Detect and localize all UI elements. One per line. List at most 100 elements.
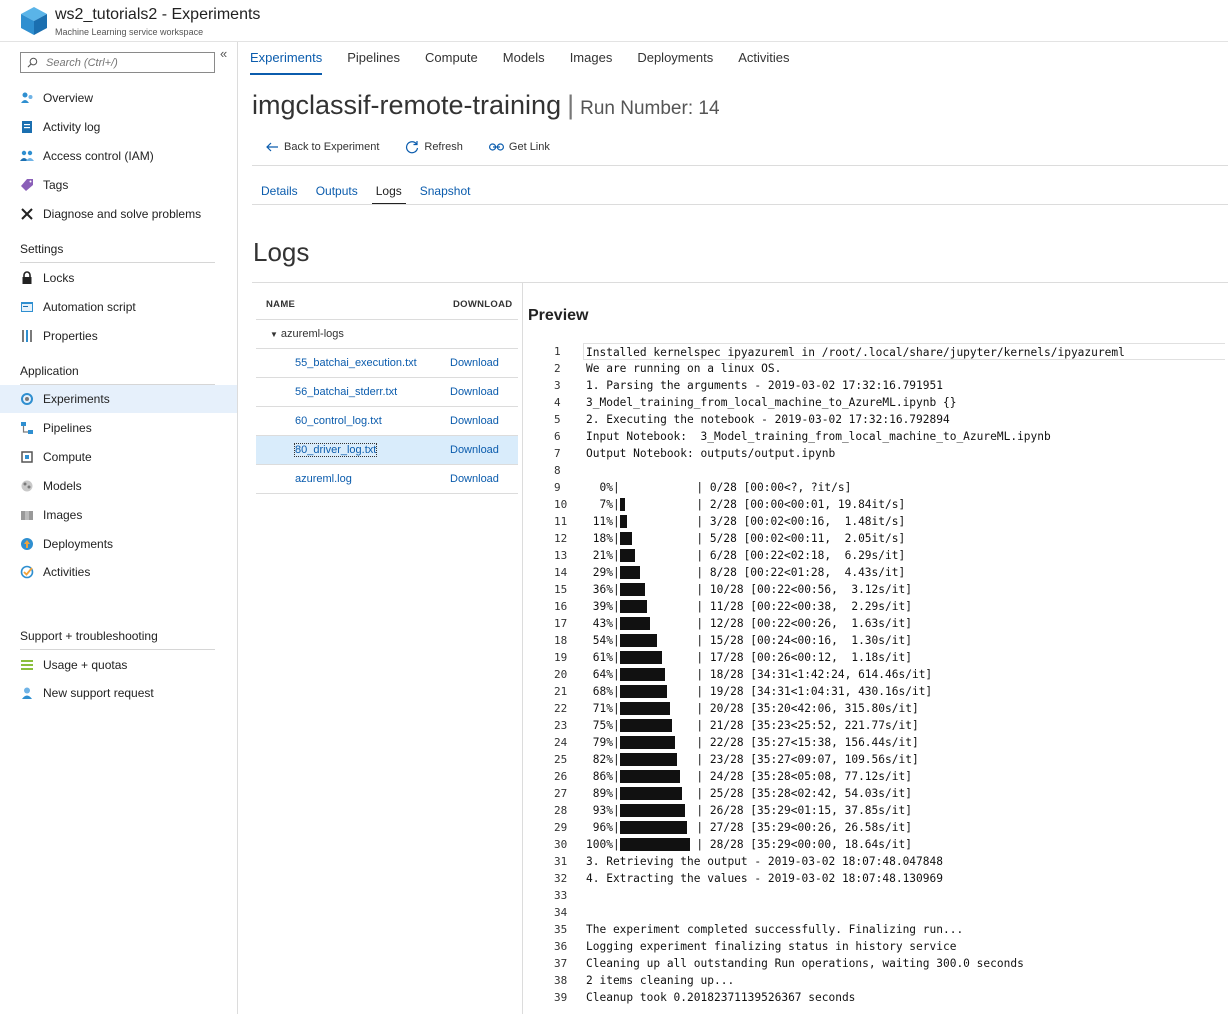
tab-models[interactable]: Models xyxy=(503,50,545,74)
progress-percent: 39%| xyxy=(586,600,620,613)
sidebar-item-pipelines[interactable]: Pipelines xyxy=(0,414,237,442)
file-name[interactable]: 80_driver_log.txt xyxy=(293,443,378,457)
tab-compute[interactable]: Compute xyxy=(425,50,478,74)
progress-stats: | 27/28 [35:29<00:26, 26.58s/it] xyxy=(689,821,912,834)
tab-experiments[interactable]: Experiments xyxy=(250,50,323,75)
sidebar-item-label: New support request xyxy=(43,686,154,700)
progress-percent: 64%| xyxy=(586,668,620,681)
download-link[interactable]: Download xyxy=(450,415,499,427)
progress-bar-track xyxy=(619,513,690,530)
download-link[interactable]: Download xyxy=(450,357,499,369)
sidebar-item-tags[interactable]: Tags xyxy=(0,171,237,199)
refresh-button[interactable]: Refresh xyxy=(405,140,463,154)
sidebar-item-automation-script[interactable]: Automation script xyxy=(0,293,237,321)
log-line: 39 Cleanup took 0.20182371139526367 secon… xyxy=(530,989,1228,1006)
sidebar-item-new-support-request[interactable]: New support request xyxy=(0,679,237,707)
sidebar-item-usage-quotas[interactable]: Usage + quotas xyxy=(0,651,237,679)
sidebar-item-properties[interactable]: Properties xyxy=(0,322,237,350)
panel-divider[interactable] xyxy=(522,283,523,1014)
logs-heading: Logs xyxy=(253,237,310,267)
section-application: Application xyxy=(20,364,79,378)
search-icon xyxy=(27,57,38,68)
tab-details[interactable]: Details xyxy=(261,184,298,204)
file-name[interactable]: 55_batchai_execution.txt xyxy=(295,357,417,369)
file-link[interactable]: 80_driver_log.txt xyxy=(256,443,450,457)
sidebar-item-diagnose[interactable]: Diagnose and solve problems xyxy=(0,200,237,228)
progress-bar-track xyxy=(619,734,690,751)
log-line: 27 89%| | 25/28 [35:28<02:42, 54.03s/it] xyxy=(530,785,1228,802)
sidebar-item-overview[interactable]: Overview xyxy=(0,84,237,112)
search-box[interactable] xyxy=(20,52,215,73)
progress-percent: 18%| xyxy=(586,532,620,545)
tab-activities[interactable]: Activities xyxy=(738,50,789,74)
sidebar-item-images[interactable]: Images xyxy=(0,501,237,529)
log-line: 14 29%| | 8/28 [00:22<01:28, 4.43s/it] xyxy=(530,564,1228,581)
get-link-button[interactable]: Get Link xyxy=(488,141,550,153)
download-link[interactable]: Download xyxy=(450,444,499,456)
progress-percent: 54%| xyxy=(586,634,620,647)
sidebar-item-models[interactable]: Models xyxy=(0,472,237,500)
file-link[interactable]: 55_batchai_execution.txt xyxy=(256,357,450,369)
page-title: imgclassif-remote-training | Run Number: 1… xyxy=(252,90,720,121)
file-link[interactable]: 56_batchai_stderr.txt xyxy=(256,386,450,398)
progress-bar-track xyxy=(619,683,690,700)
progress-bar-track xyxy=(619,496,690,513)
progress-bar-fill xyxy=(619,667,665,681)
file-link[interactable]: 60_control_log.txt xyxy=(256,415,450,427)
back-to-experiment-button[interactable]: Back to Experiment xyxy=(266,141,379,153)
line-text: Installed kernelspec ipyazureml in /root… xyxy=(583,343,1225,360)
sidebar-item-deployments[interactable]: Deployments xyxy=(0,530,237,558)
sidebar: « Overview Activity log Access control (… xyxy=(0,42,238,1014)
log-line: 29 96%| | 27/28 [35:29<00:26, 26.58s/it] xyxy=(530,819,1228,836)
table-row-selected: 80_driver_log.txt Download xyxy=(256,436,518,465)
line-number: 35 xyxy=(554,923,568,936)
tab-deployments[interactable]: Deployments xyxy=(637,50,713,74)
sidebar-item-activities[interactable]: Activities xyxy=(0,558,237,586)
file-name[interactable]: azureml.log xyxy=(295,473,352,485)
progress-bar-fill xyxy=(619,786,683,800)
progress-bar-track xyxy=(619,615,690,632)
line-number: 37 xyxy=(554,957,568,970)
tab-logs[interactable]: Logs xyxy=(371,184,406,205)
sidebar-item-locks[interactable]: Locks xyxy=(0,264,237,292)
tab-outputs[interactable]: Outputs xyxy=(316,184,358,204)
table-row: 55_batchai_execution.txt Download xyxy=(256,349,518,378)
search-input[interactable] xyxy=(46,56,206,69)
run-sub-tabs: Details Outputs Logs Snapshot xyxy=(261,184,488,205)
models-icon xyxy=(20,479,34,493)
sidebar-item-activity-log[interactable]: Activity log xyxy=(0,113,237,141)
file-name[interactable]: 60_control_log.txt xyxy=(295,415,382,427)
download-link[interactable]: Download xyxy=(450,473,499,485)
progress-bar-track xyxy=(619,649,690,666)
line-text: 100%| | 28/28 [35:29<00:00, 18.64s/it] xyxy=(586,836,912,853)
download-link[interactable]: Download xyxy=(450,386,499,398)
preview-heading: Preview xyxy=(528,307,589,324)
line-number: 28 xyxy=(554,804,568,817)
sidebar-item-compute[interactable]: Compute xyxy=(0,443,237,471)
line-number: 21 xyxy=(554,685,568,698)
log-line: 2 We are running on a linux OS. xyxy=(530,360,1228,377)
line-number: 6 xyxy=(554,430,561,443)
tab-pipelines[interactable]: Pipelines xyxy=(347,50,400,74)
progress-percent: 93%| xyxy=(586,804,620,817)
folder-azureml-logs[interactable]: ▼ azureml-logs xyxy=(256,320,518,349)
collapse-sidebar-button[interactable]: « xyxy=(220,46,227,61)
line-text: Cleaning up all outstanding Run operatio… xyxy=(586,957,1024,970)
tab-snapshot[interactable]: Snapshot xyxy=(420,184,471,204)
progress-stats: | 6/28 [00:22<02:18, 6.29s/it] xyxy=(689,549,906,562)
progress-bar-track xyxy=(619,802,690,819)
line-text: 36%| | 10/28 [00:22<00:56, 3.12s/it] xyxy=(586,581,912,598)
file-name[interactable]: 56_batchai_stderr.txt xyxy=(295,386,397,398)
divider xyxy=(20,649,215,650)
triangle-down-icon: ▼ xyxy=(270,329,278,339)
tab-images[interactable]: Images xyxy=(570,50,613,74)
progress-bar-fill xyxy=(619,633,658,647)
file-link[interactable]: azureml.log xyxy=(256,473,450,485)
progress-stats: | 26/28 [35:29<01:15, 37.85s/it] xyxy=(689,804,912,817)
log-line: 17 43%| | 12/28 [00:22<00:26, 1.63s/it] xyxy=(530,615,1228,632)
progress-bar-track xyxy=(619,530,690,547)
sidebar-item-access-control[interactable]: Access control (IAM) xyxy=(0,142,237,170)
sidebar-item-experiments[interactable]: Experiments xyxy=(0,385,237,413)
line-text: 3. Retrieving the output - 2019-03-02 18… xyxy=(586,855,943,868)
progress-bar-track xyxy=(619,785,690,802)
